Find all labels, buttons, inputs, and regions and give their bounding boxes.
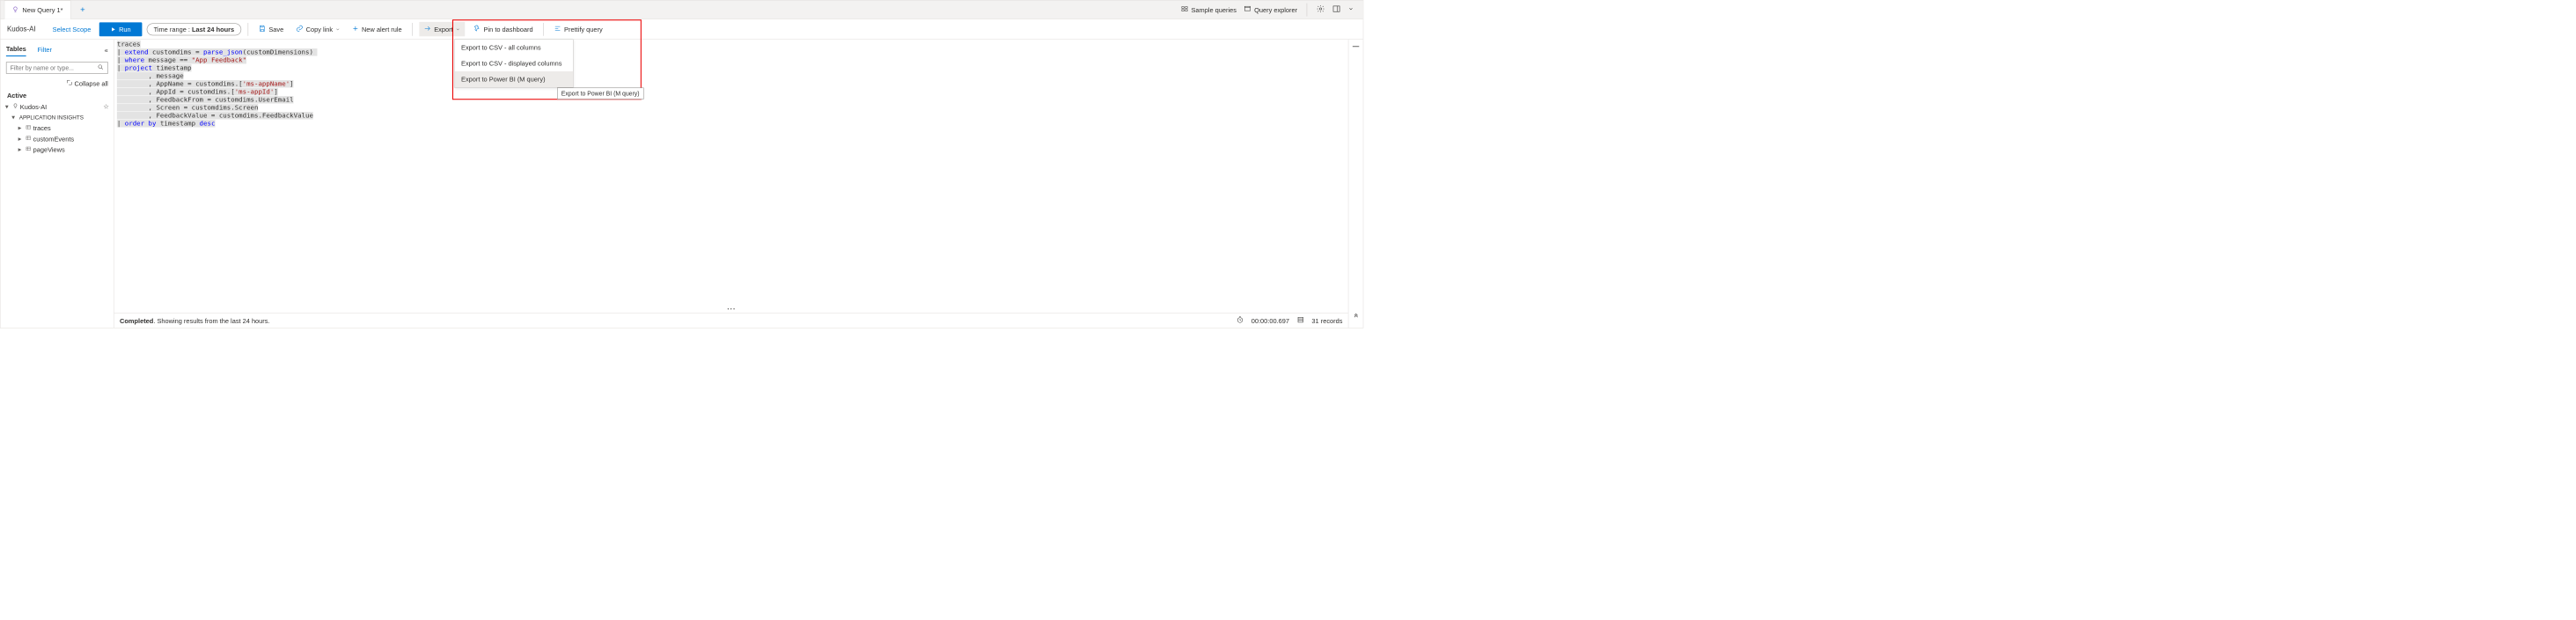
chevron-down-icon[interactable] xyxy=(1348,6,1354,13)
collapse-icon xyxy=(66,79,72,87)
active-label: Active xyxy=(1,89,114,101)
select-scope-button[interactable]: Select Scope xyxy=(48,24,94,35)
resize-handle[interactable]: • • • xyxy=(114,306,1348,313)
sidebar: Tables Filter « Collapse all Active ▾ Ku… xyxy=(1,40,114,328)
table-icon xyxy=(26,124,31,131)
tab-bar: New Query 1* + Sample queries Query expl… xyxy=(1,1,1363,19)
lightbulb-icon xyxy=(12,103,18,110)
pin-button[interactable]: Pin to dashboard xyxy=(470,23,537,35)
records: 31 records xyxy=(1311,317,1342,324)
tooltip: Export to Power BI (M query) xyxy=(557,88,643,100)
export-csv-displayed[interactable]: Export to CSV - displayed columns xyxy=(455,55,573,71)
tab-tables[interactable]: Tables xyxy=(6,43,26,56)
collapse-all-button[interactable]: Collapse all xyxy=(1,78,114,89)
status-completed: Completed xyxy=(120,317,153,324)
export-button[interactable]: Export xyxy=(419,22,465,36)
tree-item-traces[interactable]: ▸ traces xyxy=(5,122,109,133)
duration: 00:00:00.697 xyxy=(1251,317,1289,324)
prettify-button[interactable]: Prettify query xyxy=(550,23,606,35)
run-button[interactable]: Run xyxy=(99,22,143,36)
tab-title: New Query 1* xyxy=(22,6,62,13)
editor-pane: traces| extend customdims = parse_json(c… xyxy=(114,40,1348,328)
queries-icon xyxy=(1181,5,1188,14)
tree-item-customevents[interactable]: ▸ customEvents xyxy=(5,133,109,144)
expand-icon[interactable] xyxy=(1353,313,1359,321)
status-bar: Completed . Showing results from the las… xyxy=(114,313,1348,328)
add-tab-button[interactable]: + xyxy=(77,3,89,16)
query-explorer-button[interactable]: Query explorer xyxy=(1244,5,1297,14)
export-icon xyxy=(424,25,431,33)
plus-icon xyxy=(352,26,358,33)
export-dropdown: Export to CSV - all columns Export to CS… xyxy=(454,39,574,87)
sample-queries-button[interactable]: Sample queries xyxy=(1181,5,1237,14)
toolbar: Kudos-AI Select Scope Run Time range : L… xyxy=(1,19,1363,40)
collapse-sidebar-icon[interactable]: « xyxy=(105,46,108,53)
tree-item-pageviews[interactable]: ▸ pageViews xyxy=(5,144,109,155)
search-input[interactable] xyxy=(11,64,98,71)
explorer-icon xyxy=(1244,5,1251,14)
status-text: . Showing results from the last 24 hours… xyxy=(153,317,269,324)
save-button[interactable]: Save xyxy=(254,23,287,35)
export-powerbi[interactable]: Export to Power BI (M query) xyxy=(455,71,573,87)
divider xyxy=(248,23,249,36)
star-icon[interactable]: ☆ xyxy=(103,102,109,110)
pin-icon xyxy=(473,25,481,33)
tree-root[interactable]: ▾ Kudos-AI ☆ xyxy=(5,101,109,112)
stopwatch-icon xyxy=(1237,316,1244,325)
right-strip: — xyxy=(1348,40,1363,328)
table-icon xyxy=(26,135,31,142)
records-icon xyxy=(1296,316,1303,325)
link-icon xyxy=(296,25,303,33)
search-icon xyxy=(98,64,104,72)
search-input-wrapper xyxy=(6,62,108,73)
divider xyxy=(412,23,413,36)
new-alert-button[interactable]: New alert rule xyxy=(349,23,406,34)
copy-link-button[interactable]: Copy link xyxy=(292,23,344,35)
save-icon xyxy=(259,25,266,33)
divider xyxy=(543,23,544,36)
divider xyxy=(1307,3,1308,16)
format-icon xyxy=(554,25,561,33)
query-tab[interactable]: New Query 1* xyxy=(4,0,71,18)
scope-name: Kudos-AI xyxy=(7,26,36,33)
export-csv-all[interactable]: Export to CSV - all columns xyxy=(455,40,573,55)
gear-icon[interactable] xyxy=(1317,4,1325,14)
lightbulb-icon xyxy=(12,6,18,14)
tree-group[interactable]: ▾ APPLICATION INSIGHTS xyxy=(5,112,109,122)
panel-icon[interactable] xyxy=(1332,4,1341,14)
time-range-button[interactable]: Time range : Last 24 hours xyxy=(147,23,241,35)
code-editor[interactable]: traces| extend customdims = parse_json(c… xyxy=(114,40,1348,306)
table-icon xyxy=(26,146,31,153)
minimize-icon[interactable]: — xyxy=(1353,42,1359,49)
tab-filter[interactable]: Filter xyxy=(38,44,52,56)
